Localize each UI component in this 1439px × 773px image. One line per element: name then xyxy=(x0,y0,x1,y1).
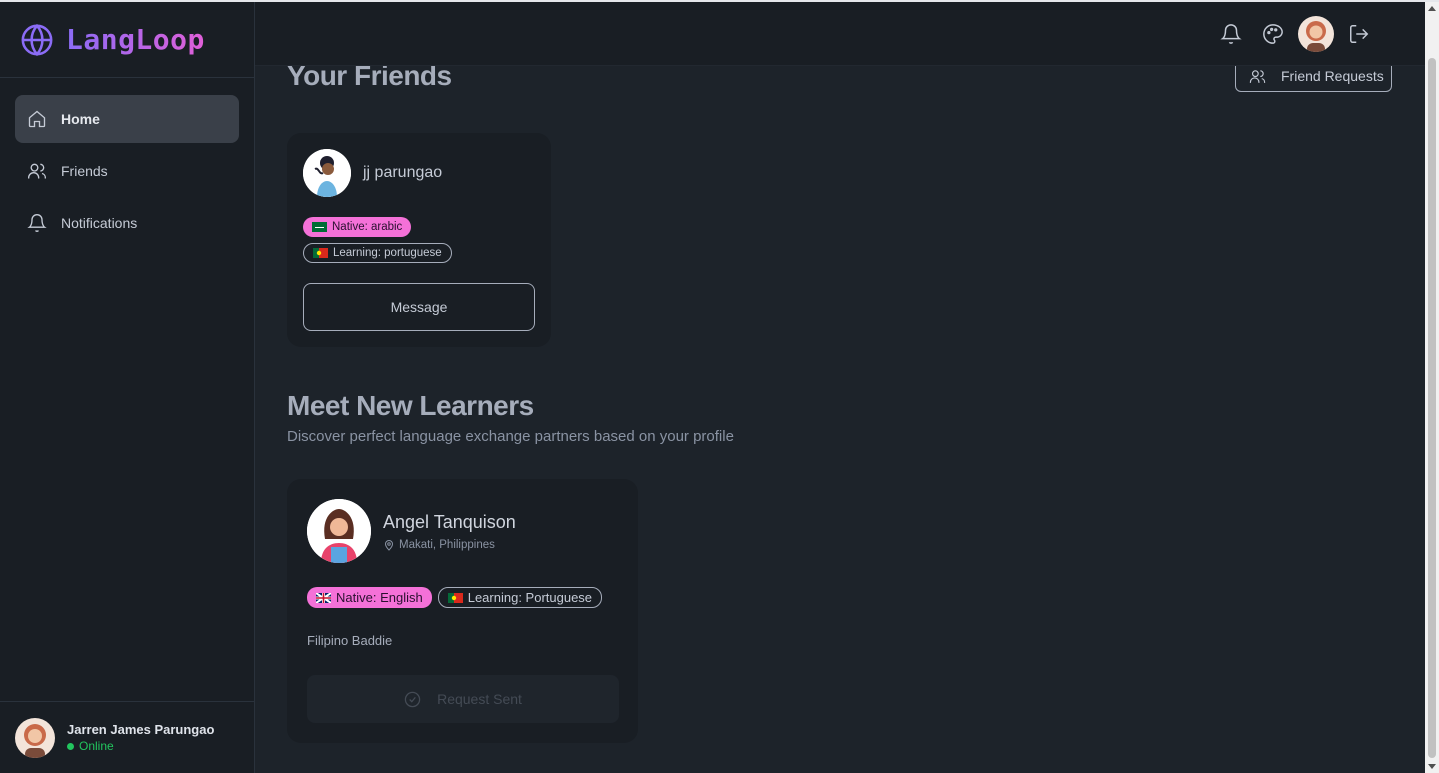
learning-language-badge: Learning: Portuguese xyxy=(437,587,603,608)
request-sent-label: Request Sent xyxy=(437,691,522,707)
home-icon xyxy=(28,110,46,128)
palette-icon xyxy=(1263,23,1283,44)
sidebar-item-label: Home xyxy=(61,111,100,127)
sidebar-item-notifications[interactable]: Notifications xyxy=(15,199,239,247)
sidebar-user[interactable]: Jarren James Parungao Online xyxy=(0,701,254,773)
learner-name: Angel Tanquison xyxy=(383,511,516,532)
users-icon xyxy=(1249,69,1266,83)
avatar xyxy=(307,499,371,563)
globe-icon xyxy=(21,23,53,56)
native-language-badge: Native: English xyxy=(307,587,432,608)
learning-language-badge: Learning: portuguese xyxy=(303,243,452,263)
native-language-text: Native: English xyxy=(336,590,423,605)
friend-card: jj parungao Native: arabic Learning: por… xyxy=(287,133,551,347)
sidebar-item-friends[interactable]: Friends xyxy=(15,147,239,195)
bell-icon xyxy=(1220,23,1242,44)
native-language-text: Native: arabic xyxy=(332,221,403,233)
scrollbar[interactable] xyxy=(1425,2,1439,773)
brand[interactable]: LangLoop xyxy=(0,2,254,78)
request-sent-button[interactable]: Request Sent xyxy=(307,675,619,723)
learner-location: Makati, Philippines xyxy=(383,539,516,551)
learning-language-text: Learning: Portuguese xyxy=(467,590,593,605)
user-name: Jarren James Parungao xyxy=(67,722,215,737)
status-text: Online xyxy=(79,739,114,753)
learning-language-text: Learning: portuguese xyxy=(333,247,442,259)
message-button[interactable]: Message xyxy=(303,283,535,331)
sidebar-item-label: Friends xyxy=(61,163,108,179)
portugal-flag-icon xyxy=(313,248,328,258)
learner-bio: Filipino Baddie xyxy=(307,633,393,648)
logout-button[interactable] xyxy=(1338,13,1380,55)
notifications-button[interactable] xyxy=(1210,13,1252,55)
bell-icon xyxy=(27,214,47,232)
avatar[interactable] xyxy=(1298,15,1334,52)
saudi-flag-icon xyxy=(312,222,327,232)
check-circle-icon xyxy=(404,691,421,707)
users-icon xyxy=(28,163,46,179)
friend-name: jj parungao xyxy=(363,164,443,181)
uk-flag-icon xyxy=(316,592,331,603)
learners-title: Meet New Learners xyxy=(287,390,534,421)
logout-icon xyxy=(1350,24,1369,43)
status-badge: Online xyxy=(67,739,214,753)
scrollbar-thumb[interactable] xyxy=(1428,58,1436,758)
friend-requests-label: Friend Requests xyxy=(1281,68,1384,84)
learners-subtitle: Discover perfect language exchange partn… xyxy=(287,428,734,445)
sidebar-nav: Home Friends Notifications xyxy=(0,78,254,268)
sidebar: LangLoop Home Friends Notifications Jarr… xyxy=(0,2,255,773)
portugal-flag-icon xyxy=(447,592,463,603)
learner-location-text: Makati, Philippines xyxy=(399,538,495,551)
scroll-down-arrow[interactable] xyxy=(1428,764,1436,769)
sidebar-item-label: Notifications xyxy=(61,215,138,231)
native-language-badge: Native: arabic xyxy=(303,217,412,237)
top-header xyxy=(255,2,1425,66)
scroll-up-arrow[interactable] xyxy=(1428,6,1436,11)
online-dot xyxy=(67,742,74,750)
map-pin-icon xyxy=(384,539,394,551)
sidebar-item-home[interactable]: Home xyxy=(15,95,239,143)
app-name: LangLoop xyxy=(66,23,205,56)
avatar xyxy=(15,717,55,758)
theme-button[interactable] xyxy=(1252,13,1294,55)
avatar xyxy=(303,149,351,197)
learner-card: Angel Tanquison Makati, Philippines Nati… xyxy=(287,479,638,743)
